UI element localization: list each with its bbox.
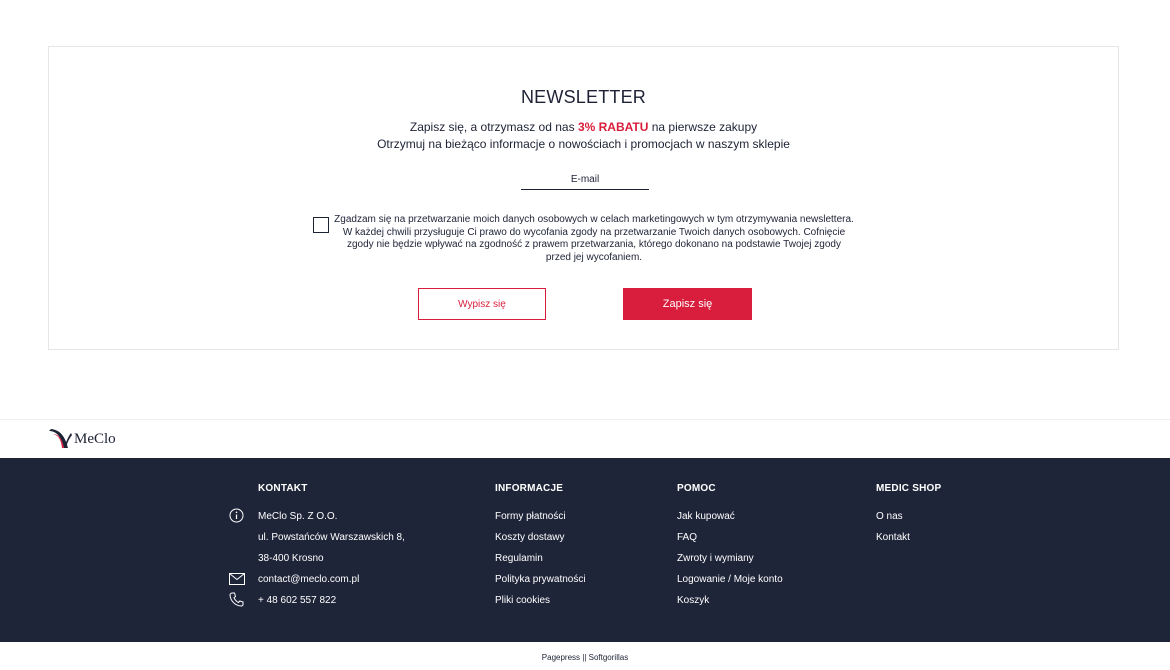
link-returns[interactable]: Zwroty i wymiany — [677, 553, 754, 564]
email-input[interactable] — [521, 169, 649, 190]
discount-prefix: Zapisz się, a otrzymasz od nas — [409, 120, 578, 134]
brand-logo[interactable]: MeClo — [48, 428, 116, 450]
info-icon — [229, 508, 244, 523]
link-cookies[interactable]: Pliki cookies — [495, 595, 550, 606]
address-street: ul. Powstańców Warszawskich 8, — [258, 532, 405, 543]
pomoc-heading: POMOC — [677, 483, 716, 494]
newsletter-info-text: Otrzymuj na bieżąco informacje o nowości… — [377, 137, 790, 151]
footer: KONTAKT MeClo Sp. Z O.O. ul. Powstańców … — [0, 458, 1170, 642]
meclo-logo-icon — [49, 429, 72, 448]
discount-suffix: na pierwsze zakupy — [648, 120, 758, 134]
brand-name: MeClo — [74, 430, 116, 447]
newsletter-title: NEWSLETTER — [520, 87, 646, 107]
mail-icon — [229, 573, 245, 585]
logo-strip: MeClo — [0, 419, 1170, 458]
contact-email[interactable]: contact@meclo.com.pl — [229, 573, 360, 585]
link-cart[interactable]: Koszyk — [677, 595, 709, 606]
consent-text: Zgadzam się na przetwarzanie moich danyc… — [334, 214, 854, 263]
contact-email-text: contact@meclo.com.pl — [258, 574, 360, 585]
unsubscribe-button[interactable]: Wypisz się — [418, 288, 546, 320]
newsletter-section: NEWSLETTER Zapisz się, a otrzymasz od na… — [48, 46, 1119, 350]
address-city: 38-400 Krosno — [258, 553, 324, 564]
company-name: MeClo Sp. Z O.O. — [229, 508, 338, 523]
credits-link[interactable]: Pagepress || Softgorillas — [542, 653, 628, 662]
consent-checkbox[interactable] — [313, 217, 329, 233]
informacje-heading: INFORMACJE — [495, 483, 564, 494]
discount-highlight: 3% RABATU — [577, 120, 649, 134]
company-name-text: MeClo Sp. Z O.O. — [258, 511, 338, 522]
subscribe-button[interactable]: Zapisz się — [623, 288, 752, 320]
contact-phone[interactable]: + 48 602 557 822 — [229, 592, 337, 607]
link-how-to-buy[interactable]: Jak kupować — [677, 511, 735, 522]
medic-shop-heading: MEDIC SHOP — [876, 483, 942, 494]
contact-phone-text: + 48 602 557 822 — [258, 595, 337, 606]
kontakt-heading: KONTAKT — [258, 483, 308, 494]
bottom-bar: Pagepress || Softgorillas — [0, 642, 1170, 670]
link-privacy-policy[interactable]: Polityka prywatności — [495, 574, 586, 585]
link-payment-methods[interactable]: Formy płatności — [495, 511, 566, 522]
link-about-us[interactable]: O nas — [876, 511, 903, 522]
link-login-account[interactable]: Logowanie / Moje konto — [677, 574, 783, 585]
newsletter-discount-text: Zapisz się, a otrzymasz od nas 3% RABATU… — [49, 120, 1118, 134]
link-faq[interactable]: FAQ — [677, 532, 697, 543]
phone-icon — [229, 592, 244, 607]
link-contact[interactable]: Kontakt — [876, 532, 910, 543]
link-terms[interactable]: Regulamin — [495, 553, 543, 564]
link-shipping-costs[interactable]: Koszty dostawy — [495, 532, 564, 543]
